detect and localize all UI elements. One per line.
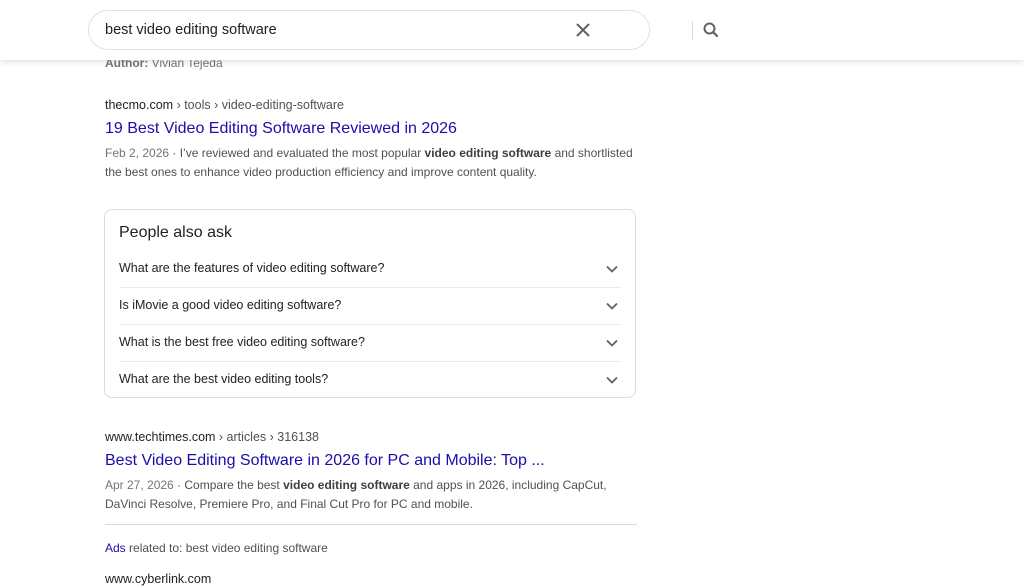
ads-heading: Ads related to: best video editing softw… [105,541,328,555]
paa-question[interactable]: What are the features of video editing s… [119,250,621,287]
chevron-down-icon [606,376,618,384]
result-path: › articles › 316138 [215,430,319,444]
paa-question-text: What is the best free video editing soft… [119,335,365,349]
result-title-link[interactable]: 19 Best Video Editing Software Reviewed … [105,119,645,139]
ad-result-host[interactable]: www.cyberlink.com [105,572,211,586]
result-snippet: Apr 27, 2026 · Compare the best video ed… [105,476,645,514]
people-also-ask-title: People also ask [119,224,232,241]
result-date: Apr 27, 2026 [105,478,174,492]
snippet-text: · Compare the best [173,478,284,492]
result-title-link[interactable]: Best Video Editing Software in 2026 for … [105,451,645,471]
result-host: www.techtimes.com [105,430,216,444]
search-result: www.techtimes.com › articles › 316138 Be… [105,429,645,514]
paa-question[interactable]: Is iMovie a good video editing software? [119,287,621,324]
result-path: › tools › video-editing-software [173,98,344,112]
chevron-down-icon [606,265,618,273]
search-input[interactable] [105,11,555,49]
paa-question[interactable]: What are the best video editing tools? [119,361,621,398]
result-url[interactable]: www.techtimes.com › articles › 316138 [105,429,645,445]
paa-question-text: What are the features of video editing s… [119,261,385,275]
people-also-ask-box: People also ask What are the features of… [104,209,636,398]
chevron-down-icon [606,339,618,347]
snippet-highlight: video editing software [424,146,552,160]
paa-question-text: Is iMovie a good video editing software? [119,298,342,312]
search-divider [692,21,693,40]
search-result: thecmo.com › tools › video-editing-softw… [105,97,645,182]
paa-question[interactable]: What is the best free video editing soft… [119,324,621,361]
paa-question-text: What are the best video editing tools? [119,372,329,386]
ads-related-text: related to: best video editing software [125,541,328,555]
search-box[interactable] [88,10,719,50]
result-date: Feb 2, 2026 [105,146,170,160]
close-icon[interactable] [573,20,593,40]
snippet-highlight: video editing software [283,478,410,492]
chevron-down-icon [606,302,618,310]
snippet-text: · I’ve reviewed and evaluated the most p… [169,146,425,160]
result-host: thecmo.com [105,98,174,112]
search-icon[interactable] [701,20,721,40]
result-url[interactable]: thecmo.com › tools › video-editing-softw… [105,97,645,113]
ads-label[interactable]: Ads [105,541,126,555]
section-divider [105,524,637,525]
search-header [0,0,1024,60]
result-snippet: Feb 2, 2026 · I’ve reviewed and evaluate… [105,144,645,182]
